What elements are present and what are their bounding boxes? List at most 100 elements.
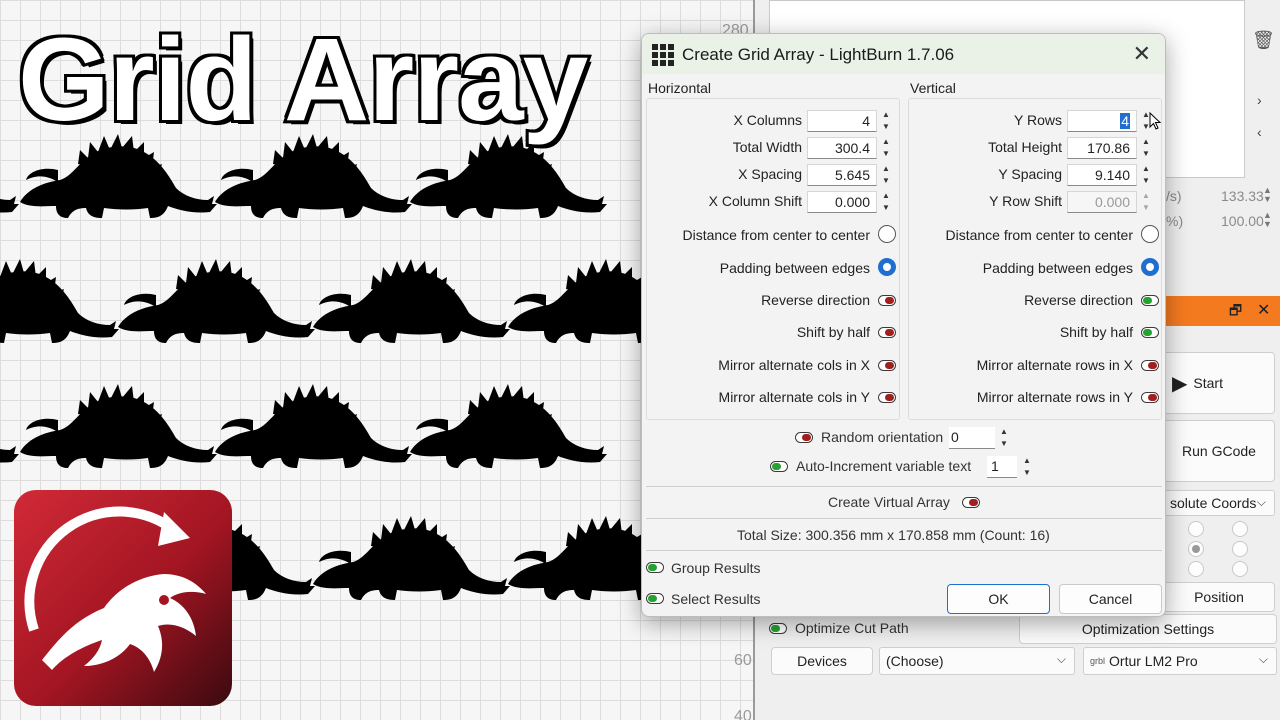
dino-shape[interactable]	[213, 380, 413, 470]
v-distance-radio[interactable]	[1141, 225, 1159, 243]
origin-radio[interactable]	[1188, 541, 1204, 557]
optimization-settings-label: Optimization Settings	[1081, 621, 1215, 637]
dialog-titlebar[interactable]: Create Grid Array - LightBurn 1.7.06 ✕	[642, 34, 1165, 74]
x-columns-input[interactable]: 4	[807, 110, 877, 132]
optimization-settings-button[interactable]: Optimization Settings	[1019, 614, 1277, 644]
h-distance-radio[interactable]	[878, 225, 896, 243]
spinner-icon[interactable]: ▲ ▼	[1263, 186, 1272, 204]
group-results-toggle[interactable]	[646, 562, 664, 573]
cancel-button[interactable]: Cancel	[1059, 584, 1162, 614]
devices-button[interactable]: Devices	[771, 647, 873, 675]
dino-shape[interactable]	[18, 380, 218, 470]
close-icon[interactable]: ✕	[1133, 41, 1151, 67]
y-rows-input[interactable]: 4	[1067, 110, 1137, 132]
total-height-spinner[interactable]: ▲ ▼	[1139, 137, 1153, 159]
h-padding-radio[interactable]	[878, 258, 896, 276]
origin-radio[interactable]	[1232, 521, 1248, 537]
grbl-icon: grbl	[1090, 656, 1106, 666]
run-gcode-button[interactable]: Run GCode	[1163, 420, 1275, 482]
dino-shape[interactable]	[311, 255, 511, 345]
origin-radio[interactable]	[1232, 541, 1248, 557]
chevron-down-icon: ⌵	[1258, 652, 1268, 666]
v-padding-label: Padding between edges	[982, 260, 1133, 276]
chevron-right-icon[interactable]: ›	[1257, 92, 1262, 108]
h-reverse-toggle[interactable]	[878, 295, 896, 306]
x-spacing-input[interactable]: 5.645	[807, 164, 877, 186]
h-mirror-x-toggle[interactable]	[878, 360, 896, 371]
start-label: Start	[1193, 375, 1223, 391]
start-button[interactable]: ▶ Start	[1163, 352, 1275, 414]
position-label: Position	[1194, 589, 1244, 605]
dino-shape[interactable]	[116, 255, 316, 345]
h-shift-half-label: Shift by half	[796, 324, 870, 340]
dino-shape[interactable]	[0, 130, 20, 220]
origin-radio[interactable]	[1232, 561, 1248, 577]
x-spacing-spinner[interactable]: ▲ ▼	[879, 164, 893, 186]
optimize-cut-toggle[interactable]	[769, 623, 787, 634]
dino-shape[interactable]	[0, 380, 20, 470]
divider	[646, 518, 1162, 519]
y-spacing-label: Y Spacing	[998, 166, 1062, 182]
choose-device-select[interactable]: (Choose) ⌵	[879, 647, 1075, 675]
y-row-shift-label: Y Row Shift	[989, 193, 1062, 209]
h-distance-label: Distance from center to center	[682, 227, 870, 243]
ok-button[interactable]: OK	[947, 584, 1050, 614]
select-results-label: Select Results	[671, 591, 761, 607]
total-width-label: Total Width	[732, 139, 802, 155]
dialog-title: Create Grid Array - LightBurn 1.7.06	[682, 45, 955, 64]
coords-label: solute Coords	[1170, 495, 1257, 511]
restore-icon[interactable]: 🗗	[1229, 300, 1242, 324]
dino-shape[interactable]	[0, 255, 120, 345]
origin-radio[interactable]	[1188, 561, 1204, 577]
chevron-down-icon: ⌵	[1256, 495, 1266, 509]
x-columns-spinner[interactable]: ▲ ▼	[879, 110, 893, 132]
ruler-label-bottom-a: 60	[734, 652, 752, 669]
total-height-label: Total Height	[988, 139, 1062, 155]
random-orientation-toggle[interactable]	[795, 432, 813, 443]
v-distance-label: Distance from center to center	[945, 227, 1133, 243]
random-orientation-input[interactable]: 0	[949, 427, 995, 449]
total-height-input[interactable]: 170.86	[1067, 137, 1137, 159]
video-title-overlay: Grid Array	[15, 11, 591, 149]
v-reverse-toggle[interactable]	[1141, 295, 1159, 306]
dino-shape[interactable]	[408, 380, 608, 470]
select-results-toggle[interactable]	[646, 593, 664, 604]
chevron-left-icon[interactable]: ‹	[1257, 124, 1262, 140]
device-select[interactable]: grbl Ortur LM2 Pro ⌵	[1083, 647, 1277, 675]
y-spacing-input[interactable]: 9.140	[1067, 164, 1137, 186]
position-button[interactable]: Position	[1163, 582, 1275, 612]
devices-label: Devices	[797, 653, 847, 669]
auto-increment-label: Auto-Increment variable text	[796, 458, 972, 474]
mouse-cursor-icon	[1149, 112, 1161, 130]
divider	[646, 550, 1162, 551]
h-mirror-y-toggle[interactable]	[878, 392, 896, 403]
total-width-input[interactable]: 300.4	[807, 137, 877, 159]
dino-shape[interactable]	[311, 512, 511, 602]
y-rows-selected-text: 4	[1120, 113, 1130, 129]
run-gcode-label: Run GCode	[1182, 443, 1256, 459]
x-column-shift-spinner[interactable]: ▲ ▼	[879, 191, 893, 213]
total-width-spinner[interactable]: ▲ ▼	[879, 137, 893, 159]
v-shift-half-toggle[interactable]	[1141, 327, 1159, 338]
h-shift-half-toggle[interactable]	[878, 327, 896, 338]
y-row-shift-spinner: ▲ ▼	[1142, 191, 1150, 212]
auto-increment-input[interactable]: 1	[987, 456, 1017, 478]
y-spacing-spinner[interactable]: ▲ ▼	[1139, 164, 1153, 186]
v-mirror-y-toggle[interactable]	[1141, 392, 1159, 403]
total-size-text: Total Size: 300.356 mm x 170.858 mm (Cou…	[737, 527, 1050, 543]
v-padding-radio[interactable]	[1141, 258, 1159, 276]
create-grid-array-dialog: Create Grid Array - LightBurn 1.7.06 ✕ H…	[641, 33, 1166, 617]
spinner-icon[interactable]: ▲ ▼	[1263, 211, 1272, 229]
x-column-shift-input[interactable]: 0.000	[807, 191, 877, 213]
virtual-array-toggle[interactable]	[962, 497, 980, 508]
trash-icon[interactable]: 🗑	[1252, 30, 1275, 51]
close-icon[interactable]: ✕	[1257, 300, 1270, 320]
v-mirror-x-toggle[interactable]	[1141, 360, 1159, 371]
coords-select[interactable]: solute Coords ⌵	[1163, 490, 1275, 516]
random-orientation-label: Random orientation	[821, 429, 944, 445]
y-rows-label: Y Rows	[1014, 112, 1062, 128]
origin-radio[interactable]	[1188, 521, 1204, 537]
auto-increment-spinner[interactable]: ▲ ▼	[1020, 456, 1034, 478]
auto-increment-toggle[interactable]	[770, 461, 788, 472]
random-orientation-spinner[interactable]: ▲ ▼	[997, 427, 1011, 449]
